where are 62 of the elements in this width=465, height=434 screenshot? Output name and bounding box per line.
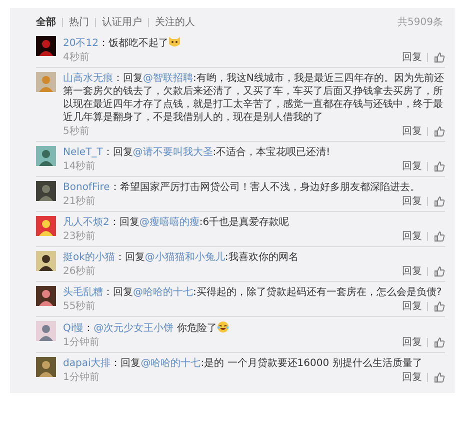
reply-button[interactable]: 回复 <box>397 300 427 313</box>
user-name-link[interactable]: 挺ok的小猫 <box>63 252 115 263</box>
comment-text: 山高水无痕：回复@智联招聘:有哟，我这N线城市，我是最近三四年存的。因为先前还第一套房欠的钱去了，欠款后来还清了，又买了车，车买了后面又挣钱拿去买房了，所以现在最近四年才存了点钱，就是打工太辛苦了，感觉一直都在存钱与还钱中，终于最近几年算是翻身了，不是我借别人的，现在是别人借我的了 <box>63 72 445 124</box>
mention-link[interactable]: @哈哈的十七 <box>140 358 201 369</box>
avatar[interactable] <box>36 36 56 56</box>
user-name-link[interactable]: dapai大排 <box>63 358 111 369</box>
comment-text: BonofFire：希望国家严厉打击网贷公司！害人不浅，身边好多朋友都深陷进去。 <box>63 181 421 194</box>
reply-button[interactable]: 回复 <box>397 125 427 138</box>
user-name-link[interactable]: Qi慢 <box>63 323 84 334</box>
like-icon[interactable] <box>434 266 445 277</box>
filter-tab[interactable]: 关注的人 <box>149 16 201 28</box>
avatar[interactable] <box>36 286 56 306</box>
comment-time: 55秒前 <box>63 300 96 313</box>
like-icon[interactable] <box>434 337 445 348</box>
mention-link[interactable]: @次元少女王小饼 <box>94 323 174 334</box>
user-name-link[interactable]: 头毛乱糟 <box>63 287 103 298</box>
comment-time: 4秒前 <box>63 51 90 64</box>
reply-button[interactable]: 回复 <box>397 336 427 349</box>
comment-text: NeleT_T：回复@请不要叫我大圣:不适合，本宝花呗已还清! <box>63 146 332 159</box>
like-icon[interactable] <box>434 161 445 172</box>
comment-count: 共5909条 <box>398 16 443 28</box>
mention-link[interactable]: @哈哈的十七 <box>133 287 193 298</box>
like-icon[interactable] <box>434 52 445 63</box>
like-icon[interactable] <box>434 126 445 137</box>
comment-time: 26秒前 <box>63 265 96 278</box>
mention-link[interactable]: @请不要叫我大圣 <box>132 147 213 158</box>
user-name-link[interactable]: 凡人不烦2 <box>63 217 110 228</box>
reply-button[interactable]: 回复 <box>397 230 427 243</box>
comment-time: 1分钟前 <box>63 336 100 349</box>
filter-tab[interactable]: 全部 <box>36 16 62 28</box>
reply-button[interactable]: 回复 <box>397 160 427 173</box>
reply-button[interactable]: 回复 <box>397 265 427 278</box>
emoji-icon <box>168 36 182 48</box>
like-icon[interactable] <box>434 372 445 383</box>
comment-text: 头毛乱糟：回复@哈哈的十七:买得起的，除了贷款起码还有一套房在，怎么会是负债? <box>63 286 443 299</box>
user-name-link[interactable]: 山高水无痕 <box>63 73 113 84</box>
user-name-link[interactable]: 20不12 <box>63 38 98 49</box>
avatar[interactable] <box>36 251 56 271</box>
like-icon[interactable] <box>434 231 445 242</box>
comment-text: 20不12：饭都吃不起了 <box>63 36 445 50</box>
user-name-link[interactable]: NeleT_T <box>63 147 103 158</box>
like-icon[interactable] <box>434 301 445 312</box>
mention-link[interactable]: @小猫猫和小兔儿 <box>144 252 225 263</box>
mention-link[interactable]: @智联招聘 <box>143 73 193 84</box>
filter-tab[interactable]: 认证用户 <box>96 16 148 28</box>
comment-time: 23秒前 <box>63 230 96 243</box>
comment-text: Qi慢：@次元少女王小饼 你危险了 <box>63 321 445 335</box>
comment-time: 1分钟前 <box>63 371 100 384</box>
reply-button[interactable]: 回复 <box>397 195 427 208</box>
user-name-link[interactable]: BonofFire <box>63 182 110 193</box>
comment-time: 14秒前 <box>63 160 96 173</box>
reply-button[interactable]: 回复 <box>397 371 427 384</box>
comment-time: 21秒前 <box>63 195 96 208</box>
reply-button[interactable]: 回复 <box>397 51 427 64</box>
mention-link[interactable]: @瘦嘻嘻的瘦 <box>139 217 200 228</box>
emoji-icon <box>216 321 229 333</box>
comment-text: 挺ok的小猫：回复@小猫猫和小兔儿:我喜欢你的网名 <box>63 251 300 264</box>
filter-tab[interactable]: 热门 <box>63 16 95 28</box>
comment-text: 凡人不烦2：回复@瘦嘻嘻的瘦:6千也是真爱存款呢 <box>63 216 290 229</box>
comment-text: dapai大排：回复@哈哈的十七:是的 一个月贷款要还16000 别提什么生活质量了 <box>63 357 424 370</box>
like-icon[interactable] <box>434 196 445 207</box>
comment-time: 5秒前 <box>63 125 90 138</box>
